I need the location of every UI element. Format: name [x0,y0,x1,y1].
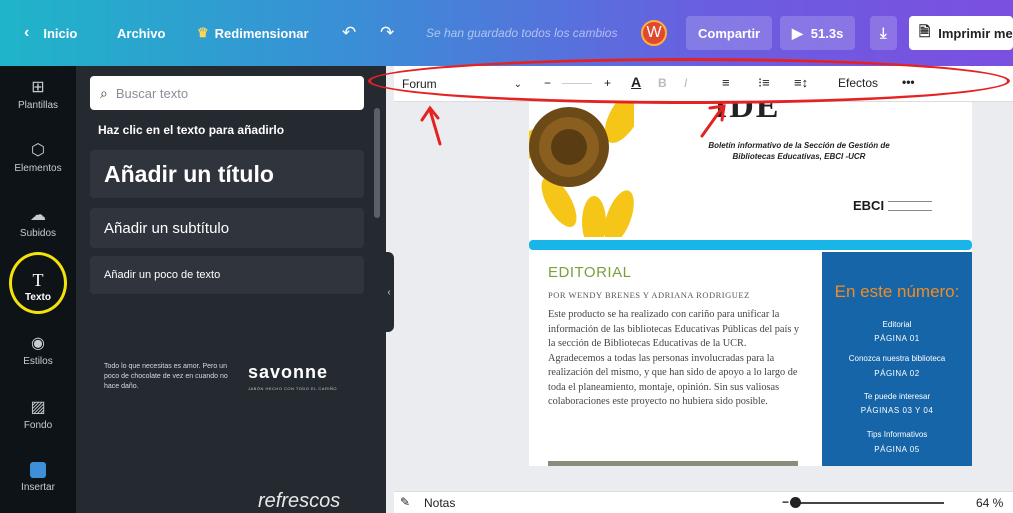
contents-item-page: PÁGINA 01 [874,334,920,343]
download-button[interactable]: ⤓ [870,16,897,50]
nav-item-uploads[interactable]: ☁ Subidos [0,194,76,252]
print-button[interactable]: 🗎 Imprimir me [909,16,1013,50]
layout-icon: ⊞ [31,78,45,96]
file-menu-button[interactable]: Archivo [117,0,165,66]
background-icon: ▨ [30,398,46,416]
editorial-byline[interactable]: POR WENDY BRENES Y ADRIANA RODRIGUEZ [548,290,750,300]
contents-item-page: PÁGINA 02 [874,369,920,378]
resize-button[interactable]: ♛ Redimensionar [197,0,309,66]
chevron-left-icon: ‹ [24,24,30,41]
nav-label: Fondo [23,419,53,431]
nav-label: Estilos [23,355,53,367]
zoom-level[interactable]: 64 % [976,496,1003,510]
contents-title: En este número: [834,282,960,301]
save-status: Se han guardado todos los cambios [426,26,618,40]
highlight-circle [9,252,67,314]
cyan-stripe [529,240,972,250]
shapes-icon: ⬡ [31,141,45,159]
notes-button[interactable]: Notas [424,496,455,510]
crown-icon: ♛ [197,25,209,40]
play-time: 51.3s [810,25,844,41]
play-icon: ▶ [792,24,803,41]
resize-label: Redimensionar [214,25,309,41]
nav-label: Elementos [14,162,62,174]
notes-icon[interactable]: ✎ [400,495,410,509]
contents-item-label: Conozca nuestra biblioteca [848,354,946,363]
contents-item-label: Tips Informativos [866,430,928,439]
ebci-logo: EBCI [853,198,933,213]
editorial-image-strip [548,461,798,466]
document-page[interactable]: IDE Boletín informativo de la Sección de… [529,88,972,466]
template-savonne-title: savonne [248,362,329,382]
download-icon: ⤓ [880,24,887,42]
nav-label: Insertar [21,481,55,493]
logo-lines [888,200,933,211]
back-home-button[interactable]: ‹ Inicio [24,0,77,66]
contents-item-label: Editorial [882,320,912,329]
share-button[interactable]: Compartir [686,16,773,50]
back-home-label: Inicio [43,25,78,41]
logo-text: EBCI [853,198,885,213]
nav-item-templates[interactable]: ⊞ Plantillas [0,66,76,124]
contents-item-page: PÁGINAS 03 Y 04 [860,406,934,415]
add-body-button[interactable]: Añadir un poco de texto [90,256,364,294]
zoom-slider-track[interactable] [794,502,944,504]
template-savonne-sub: JABÓN HECHO CON TODO EL CARIÑO [248,386,337,391]
nav-item-background[interactable]: ▨ Fondo [0,386,76,444]
nav-label: Subidos [19,227,57,239]
zoom-minus[interactable]: − [782,495,789,509]
contents-item-page: PÁGINA 05 [874,445,920,454]
contents-box[interactable]: En este número: Editorial PÁGINA 01 Cono… [822,252,972,466]
avatar[interactable]: W [641,20,667,46]
nav-item-embed[interactable]: Insertar [0,448,76,506]
print-label: Imprimir me [938,25,1013,41]
nav-item-elements[interactable]: ⬡ Elementos [0,129,76,187]
editorial-body[interactable]: Este producto se ha realizado con cariño… [548,308,802,410]
add-title-button[interactable]: Añadir un título [90,150,364,198]
nav-item-styles[interactable]: ◉ Estilos [0,322,76,380]
text-panel: ⌕ Buscar texto Haz clic en el texto para… [76,66,386,513]
play-button[interactable]: ▶ 51.3s [780,16,856,50]
search-icon: ⌕ [100,84,108,101]
panel-hint: Haz clic en el texto para añadirlo [98,123,285,137]
add-subtitle-button[interactable]: Añadir un subtítulo [90,208,364,248]
template-love-chocolate[interactable]: Todo lo que necesitas es amor. Pero un p… [104,362,244,392]
collapse-panel-button[interactable]: ‹ [384,252,394,332]
share-label: Compartir [698,25,761,41]
undo-icon[interactable]: ↶ [342,0,356,66]
top-bar: ‹ Inicio Archivo ♛ Redimensionar ↶ ↷ Se … [0,0,1013,66]
zoom-slider-handle[interactable] [790,497,801,508]
contents-item-label: Te puede interesar [863,392,931,401]
palette-icon: ◉ [31,334,45,352]
upload-icon: ☁ [30,206,46,224]
annotation-arrows [420,104,726,146]
embed-icon [30,461,46,478]
nav-label: Plantillas [17,99,59,111]
document-icon: 🗎 [919,23,931,39]
redo-icon[interactable]: ↷ [380,0,394,66]
bottom-bar: ✎ Notas − 64 % [394,491,1013,513]
template-refrescos[interactable]: refrescos [258,490,340,513]
template-savonne[interactable]: savonne JABÓN HECHO CON TODO EL CARIÑO [248,362,337,391]
panel-scrollbar[interactable] [374,108,380,218]
editorial-title[interactable]: EDITORIAL [548,264,631,281]
search-box[interactable]: ⌕ Buscar texto [90,76,364,110]
search-input[interactable]: Buscar texto [116,86,188,101]
